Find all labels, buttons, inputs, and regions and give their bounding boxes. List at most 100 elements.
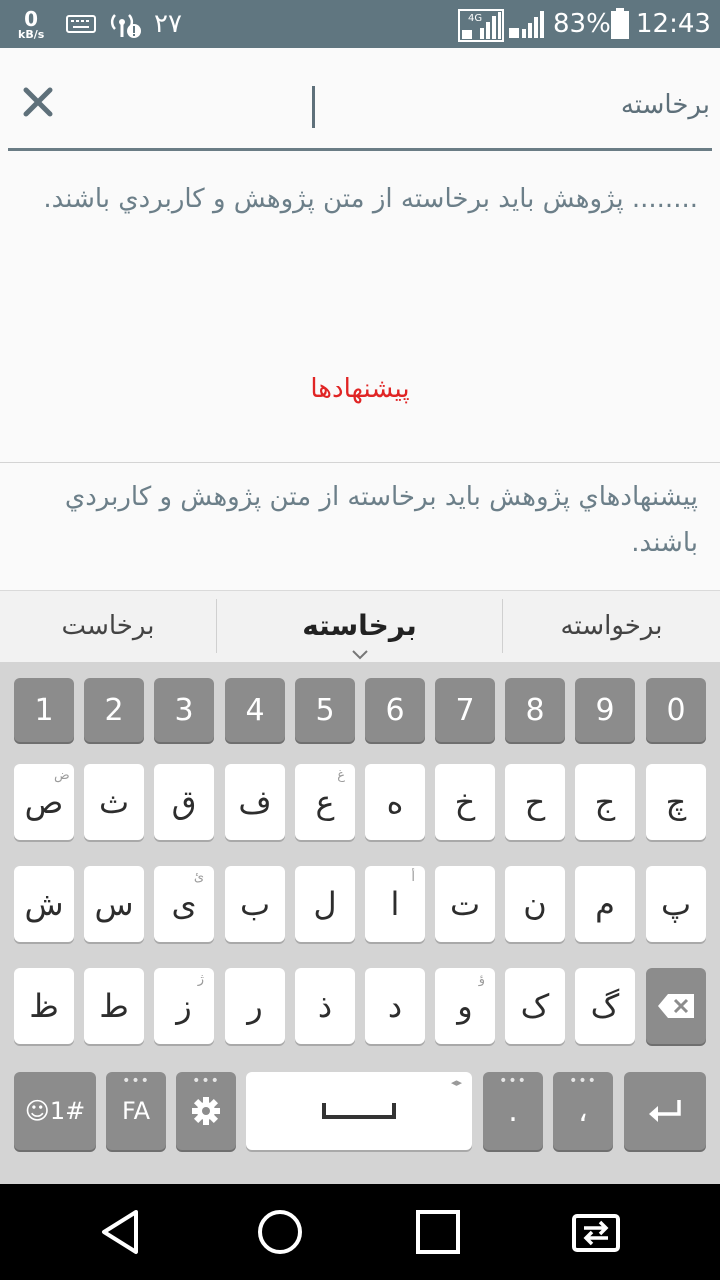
net-speed: 0 kB/s	[18, 0, 44, 48]
space-arrows: ◂▸	[450, 1076, 462, 1089]
key-4[interactable]: 4	[225, 678, 285, 742]
key-label: ذ	[317, 987, 333, 1025]
letter-key[interactable]: پ	[646, 866, 706, 942]
battery-icon	[610, 0, 630, 48]
gear-icon	[192, 1097, 220, 1125]
enter-key[interactable]	[624, 1072, 706, 1150]
backspace-key[interactable]	[646, 968, 706, 1044]
letter-key[interactable]: ذ	[295, 968, 355, 1044]
switch-apps-icon[interactable]	[570, 1206, 622, 1258]
search-input[interactable]	[310, 84, 710, 126]
home-circle-icon[interactable]	[254, 1206, 306, 1258]
key-label: و	[457, 987, 473, 1025]
language-key[interactable]: ••• FA	[106, 1072, 166, 1150]
key-3[interactable]: 3	[154, 678, 214, 742]
letter-key[interactable]: ک	[505, 968, 565, 1044]
letter-key[interactable]: ت	[435, 866, 495, 942]
letter-key[interactable]: ش	[14, 866, 74, 942]
letter-key[interactable]: س	[84, 866, 144, 942]
letter-key[interactable]: أا	[365, 866, 425, 942]
key-label: ب	[239, 885, 271, 923]
letter-key[interactable]: ر	[225, 968, 285, 1044]
key-5[interactable]: 5	[295, 678, 355, 742]
network-type-text: 4G	[468, 13, 482, 24]
notification-count: ۲۷	[154, 9, 182, 39]
section-heading: پيشنهادها	[310, 374, 410, 404]
key-label: ظ	[29, 987, 59, 1025]
letter-key[interactable]: ضص	[14, 764, 74, 840]
key-hint: ؤ	[478, 972, 485, 987]
clock: 12:43	[636, 9, 711, 39]
recents-square-icon[interactable]	[412, 1206, 464, 1258]
hotspot-alert-icon	[108, 0, 144, 48]
chevron-down-icon[interactable]	[352, 650, 368, 660]
key-label: د	[387, 987, 403, 1025]
key-hint: غ	[337, 768, 345, 783]
status-bar: 0 kB/s ۲۷ 4G 83% 12:43	[0, 0, 720, 48]
letter-key[interactable]: ط	[84, 968, 144, 1044]
enter-icon	[649, 1100, 681, 1122]
letter-key[interactable]: غع	[295, 764, 355, 840]
letter-key[interactable]: ح	[505, 764, 565, 840]
key-1[interactable]: 1	[14, 678, 74, 742]
key-2[interactable]: 2	[84, 678, 144, 742]
settings-key[interactable]: •••	[176, 1072, 236, 1150]
more-dots: •••	[499, 1073, 527, 1089]
key-label: م	[595, 885, 615, 923]
search-underline	[8, 148, 712, 151]
navigation-bar	[0, 1184, 720, 1280]
comma-key[interactable]: ••• ،	[553, 1072, 613, 1150]
battery-percent: 83%	[553, 9, 611, 39]
key-9[interactable]: 9	[575, 678, 635, 742]
key-label: ک	[520, 987, 550, 1025]
symbols-key[interactable]: ☺1#	[14, 1072, 96, 1150]
key-6[interactable]: 6	[365, 678, 425, 742]
letter-key[interactable]: چ	[646, 764, 706, 840]
key-label: ن	[523, 885, 547, 923]
more-dots: •••	[192, 1073, 220, 1089]
close-button[interactable]	[18, 82, 58, 122]
letter-key[interactable]: ب	[225, 866, 285, 942]
key-0[interactable]: 0	[646, 678, 706, 742]
result-text-1[interactable]: ........ پژوهش باید برخاسته از متن پژوهش…	[30, 176, 698, 222]
letter-key[interactable]: م	[575, 866, 635, 942]
key-label: گ	[590, 987, 620, 1025]
suggestion-left[interactable]: برخاست	[0, 591, 216, 663]
letter-key[interactable]: ق	[154, 764, 214, 840]
key-7[interactable]: 7	[435, 678, 495, 742]
key-label: ه	[386, 783, 404, 821]
letter-key[interactable]: خ	[435, 764, 495, 840]
result-text-2[interactable]: پيشنهادهاي پژوهش باید برخاسته از متن پژو…	[30, 474, 698, 566]
suggestion-right[interactable]: برخواسته	[503, 591, 720, 663]
letter-key[interactable]: ژز	[154, 968, 214, 1044]
key-label: پ	[660, 885, 692, 923]
letter-key[interactable]: ج	[575, 764, 635, 840]
letter-key[interactable]: د	[365, 968, 425, 1044]
letter-key[interactable]: ث	[84, 764, 144, 840]
back-triangle-icon[interactable]	[96, 1206, 148, 1258]
keyboard: 1 2 3 4 5 6 7 8 9 0 ضص ث ق ف غع ه خ ح ج …	[0, 662, 720, 1184]
letter-key[interactable]: ف	[225, 764, 285, 840]
letter-key[interactable]: ل	[295, 866, 355, 942]
letter-key[interactable]: ؤو	[435, 968, 495, 1044]
key-hint: ژ	[197, 972, 204, 987]
period-key[interactable]: •••.	[483, 1072, 543, 1150]
letter-key[interactable]: ه	[365, 764, 425, 840]
key-label: ع	[315, 783, 335, 821]
key-label: ف	[238, 783, 272, 821]
letter-key[interactable]: ظ	[14, 968, 74, 1044]
key-label: ی	[171, 885, 197, 923]
text-cursor	[312, 86, 315, 128]
letter-key[interactable]: ن	[505, 866, 565, 942]
key-8[interactable]: 8	[505, 678, 565, 742]
close-icon	[23, 87, 53, 117]
search-header	[0, 48, 720, 152]
key-hint: أ	[411, 870, 415, 885]
key-hint: ئ	[193, 870, 204, 885]
more-dots: •••	[569, 1073, 597, 1089]
letter-key[interactable]: گ	[575, 968, 635, 1044]
letter-key[interactable]: ئی	[154, 866, 214, 942]
period-label: .	[508, 1093, 518, 1129]
key-label: ح	[524, 783, 546, 821]
space-key[interactable]: ◂▸	[246, 1072, 472, 1150]
